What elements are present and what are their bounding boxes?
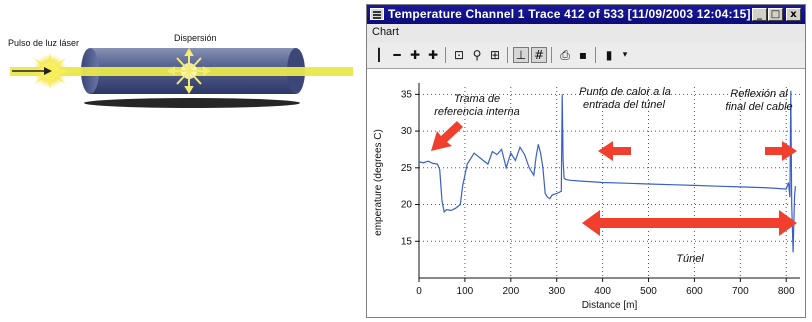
title-bar[interactable]: Temperature Channel 1 Trace 412 of 533 [… xyxy=(367,5,805,24)
app-icon[interactable] xyxy=(370,8,384,20)
x-tick-label: 500 xyxy=(640,286,657,297)
window-title: Temperature Channel 1 Trace 412 of 533 [… xyxy=(388,7,751,21)
y-tick-label: 15 xyxy=(401,236,413,247)
x-tick-label: 0 xyxy=(416,286,422,297)
x-tick-label: 800 xyxy=(778,286,795,297)
cursor2-icon[interactable]: ✚ xyxy=(425,47,441,63)
arrow-tunnel xyxy=(582,210,797,236)
hline-tool-icon[interactable]: ━ xyxy=(389,47,405,63)
y-tick-label: 30 xyxy=(401,126,413,137)
x-tick-label: 400 xyxy=(594,286,611,297)
export-icon[interactable]: ▮ xyxy=(601,47,617,63)
arrow-reflection xyxy=(765,141,797,161)
y-axis-title: emperature (degrees C) xyxy=(373,129,384,236)
cursor1-icon[interactable]: ✚ xyxy=(407,47,423,63)
print-icon[interactable]: ⎙ xyxy=(557,47,573,63)
annotation-reflection-2: final del cable xyxy=(725,101,792,113)
line-tool-icon[interactable]: ┃ xyxy=(371,47,387,63)
y-tick-label: 20 xyxy=(401,200,413,211)
toolbar: ┃ ━ ✚ ✚ ⊡ ⚲ ⊞ ⊥ # ⎙ ▪ ▮ ▾ xyxy=(367,42,805,69)
maximize-button[interactable]: □ xyxy=(768,8,783,21)
menu-bar: Chart xyxy=(367,24,805,42)
fiber-cable-diagram xyxy=(10,48,353,108)
grid-icon[interactable]: # xyxy=(531,47,547,63)
toolbar-separator xyxy=(595,47,596,63)
annotation-tunnel: Túnel xyxy=(676,253,704,265)
cable-shadow xyxy=(84,98,300,108)
y-tick-label: 35 xyxy=(401,89,413,100)
toolbar-separator xyxy=(445,47,446,63)
annotation-internal-ref-1: Trama de xyxy=(454,93,500,105)
x-tick-label: 100 xyxy=(457,286,474,297)
x-tick-label: 600 xyxy=(686,286,703,297)
x-axis-title: Distance [m] xyxy=(582,300,638,311)
minimize-button[interactable]: _ xyxy=(752,8,767,21)
save-icon[interactable]: ▪ xyxy=(575,47,591,63)
menu-chart[interactable]: Chart xyxy=(372,26,399,38)
annotation-hotspot-1: Punto de calor a la xyxy=(579,86,671,98)
toolbar-separator xyxy=(507,47,508,63)
arrow-internal-ref xyxy=(431,121,463,151)
annotation-arrows xyxy=(431,121,797,236)
y-tick-labels: 15 20 25 30 35 xyxy=(401,89,413,247)
dropdown-icon[interactable]: ▾ xyxy=(617,47,633,63)
annotation-reflection-1: Reflexión al xyxy=(730,88,788,100)
x-tick-label: 200 xyxy=(502,286,519,297)
fit-icon[interactable]: ⊡ xyxy=(451,47,467,63)
annotation-internal-ref-2: referencia interna xyxy=(434,106,520,118)
temperature-chart: 0 100 200 300 400 500 600 700 800 15 20 25 30 35 Dis… xyxy=(373,83,800,311)
fiber-illustration: Pulso de luz láser Dispersión xyxy=(0,0,355,322)
zoom-icon[interactable]: ⚲ xyxy=(469,47,485,63)
axes-icon[interactable]: ⊥ xyxy=(513,47,529,63)
toolbar-separator xyxy=(551,47,552,63)
trace-window: Temperature Channel 1 Trace 412 of 533 [… xyxy=(366,4,806,318)
y-tick-label: 25 xyxy=(401,163,413,174)
x-tick-labels: 0 100 200 300 400 500 600 700 800 xyxy=(416,286,795,297)
zoom-window-icon[interactable]: ⊞ xyxy=(487,47,503,63)
annotation-hotspot-2: entrada del túnel xyxy=(583,99,666,111)
x-tick-label: 700 xyxy=(732,286,749,297)
close-button[interactable]: x xyxy=(786,8,801,21)
x-tick-label: 300 xyxy=(548,286,565,297)
